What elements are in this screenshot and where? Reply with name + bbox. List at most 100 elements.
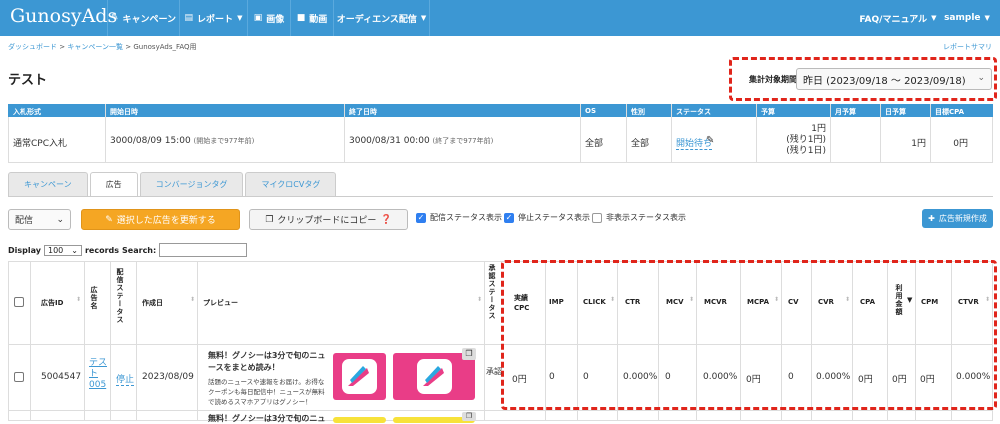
breadcrumb-dashboard[interactable]: ダッシュボード xyxy=(8,43,57,51)
col-cpa[interactable]: CPA xyxy=(860,298,875,306)
nav-report[interactable]: ▤ レポート ▼ xyxy=(179,0,247,36)
cell-approval: 承認待ち xyxy=(486,366,502,378)
copy-icon[interactable]: ❐ xyxy=(462,348,476,360)
page-title: テスト xyxy=(8,73,48,88)
col-mcpa[interactable]: MCPA xyxy=(747,298,769,306)
nav-campaign-label: キャンペーン xyxy=(122,14,177,25)
col-approval-status[interactable]: 承認ステータス xyxy=(487,264,497,320)
period-select[interactable]: 昨日 (2023/09/18 〜 2023/09/18) ⌄ xyxy=(796,68,992,90)
report-summary-link[interactable]: レポートサマリ xyxy=(943,42,992,52)
tab-campaign[interactable]: キャンペーン xyxy=(8,172,88,196)
select-all-checkbox[interactable] xyxy=(14,297,24,307)
cell-cv: 0 xyxy=(788,372,794,382)
row-divider xyxy=(8,410,993,411)
nav-user-menu[interactable]: sample ▼ xyxy=(938,0,996,36)
nav-image-label: 画像 xyxy=(266,14,285,25)
col-created[interactable]: 作成日 xyxy=(142,298,163,308)
cell-cpc: 0円 xyxy=(512,375,527,385)
tab-bar: キャンペーン 広告 コンバージョンタグ マイクロCVタグ xyxy=(8,172,338,196)
copy-clipboard-button[interactable]: ❐ クリップボードにコピー ❓ xyxy=(249,209,408,230)
col-ctvr[interactable]: CTVR xyxy=(958,298,979,306)
summary-header-cpa: 目標CPA xyxy=(935,108,965,116)
col-cpc[interactable]: 実績 CPC xyxy=(514,293,529,313)
sort-icon[interactable]: ⬍ xyxy=(689,296,694,303)
divider xyxy=(197,261,198,421)
sort-icon[interactable]: ⬍ xyxy=(76,296,81,303)
cell-preview-title: 無料！グノシーは3分で旬のニュースをまとめ読み！ xyxy=(208,351,326,372)
col-cv[interactable]: CV xyxy=(788,298,799,306)
col-ad-name[interactable]: 広告名 xyxy=(89,286,99,310)
chevron-down-icon: ▼ xyxy=(237,14,243,22)
summary-budget-remaining: (残り1円) xyxy=(786,135,826,145)
app-logo[interactable]: GunosyAds xyxy=(10,5,117,27)
col-preview[interactable]: プレビュー xyxy=(203,298,238,308)
cell-cpm: 0円 xyxy=(920,375,935,385)
divider xyxy=(110,261,111,421)
col-cpm[interactable]: CPM xyxy=(921,298,938,306)
summary-header-daily: 日予算 xyxy=(885,108,906,116)
period-value: 昨日 (2023/09/18 〜 2023/09/18) xyxy=(803,75,966,87)
app-logo-icon xyxy=(417,359,452,394)
sort-icon[interactable]: ⬍ xyxy=(845,296,850,303)
filter-delivery-status[interactable]: ✓ 配信ステータス表示 xyxy=(416,212,502,223)
tab-ads[interactable]: 広告 xyxy=(89,172,138,196)
update-selected-button[interactable]: ✎ 選択した広告を更新する xyxy=(81,209,240,230)
col-click[interactable]: CLICK xyxy=(583,298,606,306)
nav-campaign[interactable]: ✎ キャンペーン xyxy=(107,0,179,36)
col-ctr[interactable]: CTR xyxy=(625,298,640,306)
summary-budget: 1円 (残り1円) (残り1日) xyxy=(760,124,826,157)
nav-video[interactable]: ■ 動画 xyxy=(290,0,333,36)
summary-target-cpa: 0円 xyxy=(953,139,968,149)
display-label: Display xyxy=(8,245,41,255)
nav-faq[interactable]: FAQ/マニュアル ▼ xyxy=(858,0,938,36)
sort-icon[interactable]: ⬍ xyxy=(774,296,779,303)
new-ad-button[interactable]: ✚ 広告新規作成 xyxy=(922,209,993,228)
checkbox-icon[interactable] xyxy=(592,212,602,223)
cell-used: 0円 xyxy=(892,375,907,385)
sort-icon[interactable]: ⬍ xyxy=(190,296,195,303)
divider xyxy=(671,104,672,163)
copy-icon[interactable]: ❐ xyxy=(462,412,476,421)
cell-mcv: 0 xyxy=(665,372,671,382)
col-delivery-status[interactable]: 配信ステータス xyxy=(115,268,125,324)
col-imp[interactable]: IMP xyxy=(549,298,564,306)
search-label: Search: xyxy=(122,245,157,255)
cell-click: 0 xyxy=(583,372,589,382)
col-ad-id[interactable]: 広告ID xyxy=(41,298,63,308)
cell-delivery-status[interactable]: 停止 xyxy=(116,372,135,386)
sort-desc-icon: ▼ xyxy=(907,296,913,304)
delivery-select[interactable]: 配信 ⌄ xyxy=(8,209,71,230)
filter-stopped-status[interactable]: ✓ 停止ステータス表示 xyxy=(504,212,590,223)
filter-delivery-label: 配信ステータス表示 xyxy=(430,213,502,222)
col-mcvr[interactable]: MCVR xyxy=(704,298,727,306)
divider xyxy=(30,261,31,421)
filter-hidden-label: 非表示ステータス表示 xyxy=(606,213,686,222)
col-cvr[interactable]: CVR xyxy=(818,298,834,306)
sort-icon[interactable]: ⬍ xyxy=(985,296,990,303)
sort-icon[interactable]: ⬍ xyxy=(477,296,482,303)
search-input[interactable] xyxy=(159,243,248,257)
tab-micro-cv-tag[interactable]: マイクロCVタグ xyxy=(245,172,337,196)
col-used-amount[interactable]: 利用金額 xyxy=(894,284,904,316)
summary-header-monthly: 月予算 xyxy=(835,108,856,116)
tab-conversion-tag[interactable]: コンバージョンタグ xyxy=(139,172,244,196)
filter-hidden-status[interactable]: 非表示ステータス表示 xyxy=(592,212,686,223)
col-mcv[interactable]: MCV xyxy=(666,298,684,306)
breadcrumb-campaigns[interactable]: キャンペーン一覧 xyxy=(67,43,123,51)
checkbox-icon[interactable]: ✓ xyxy=(504,212,514,223)
nav-audience[interactable]: オーディエンス配信 ▼ xyxy=(333,0,430,36)
edit-pencil-icon[interactable]: ✎ xyxy=(706,135,714,146)
divider xyxy=(84,261,85,421)
preview-thumbnail-square xyxy=(333,353,386,400)
cell-ctvr: 0.000% xyxy=(956,372,991,382)
report-icon: ▤ xyxy=(184,13,194,23)
summary-budget-days: (残り1日) xyxy=(786,146,826,156)
records-select[interactable]: 100 ⌄ xyxy=(43,244,82,256)
row-checkbox[interactable] xyxy=(14,372,24,382)
nav-image[interactable]: ▣ 画像 xyxy=(247,0,290,36)
checkbox-icon[interactable]: ✓ xyxy=(416,212,426,223)
sort-icon[interactable]: ⬍ xyxy=(610,296,615,303)
cell-cpa: 0円 xyxy=(858,375,873,385)
divider xyxy=(880,104,881,163)
cell-ad-name-link[interactable]: テスト005 xyxy=(89,358,107,391)
